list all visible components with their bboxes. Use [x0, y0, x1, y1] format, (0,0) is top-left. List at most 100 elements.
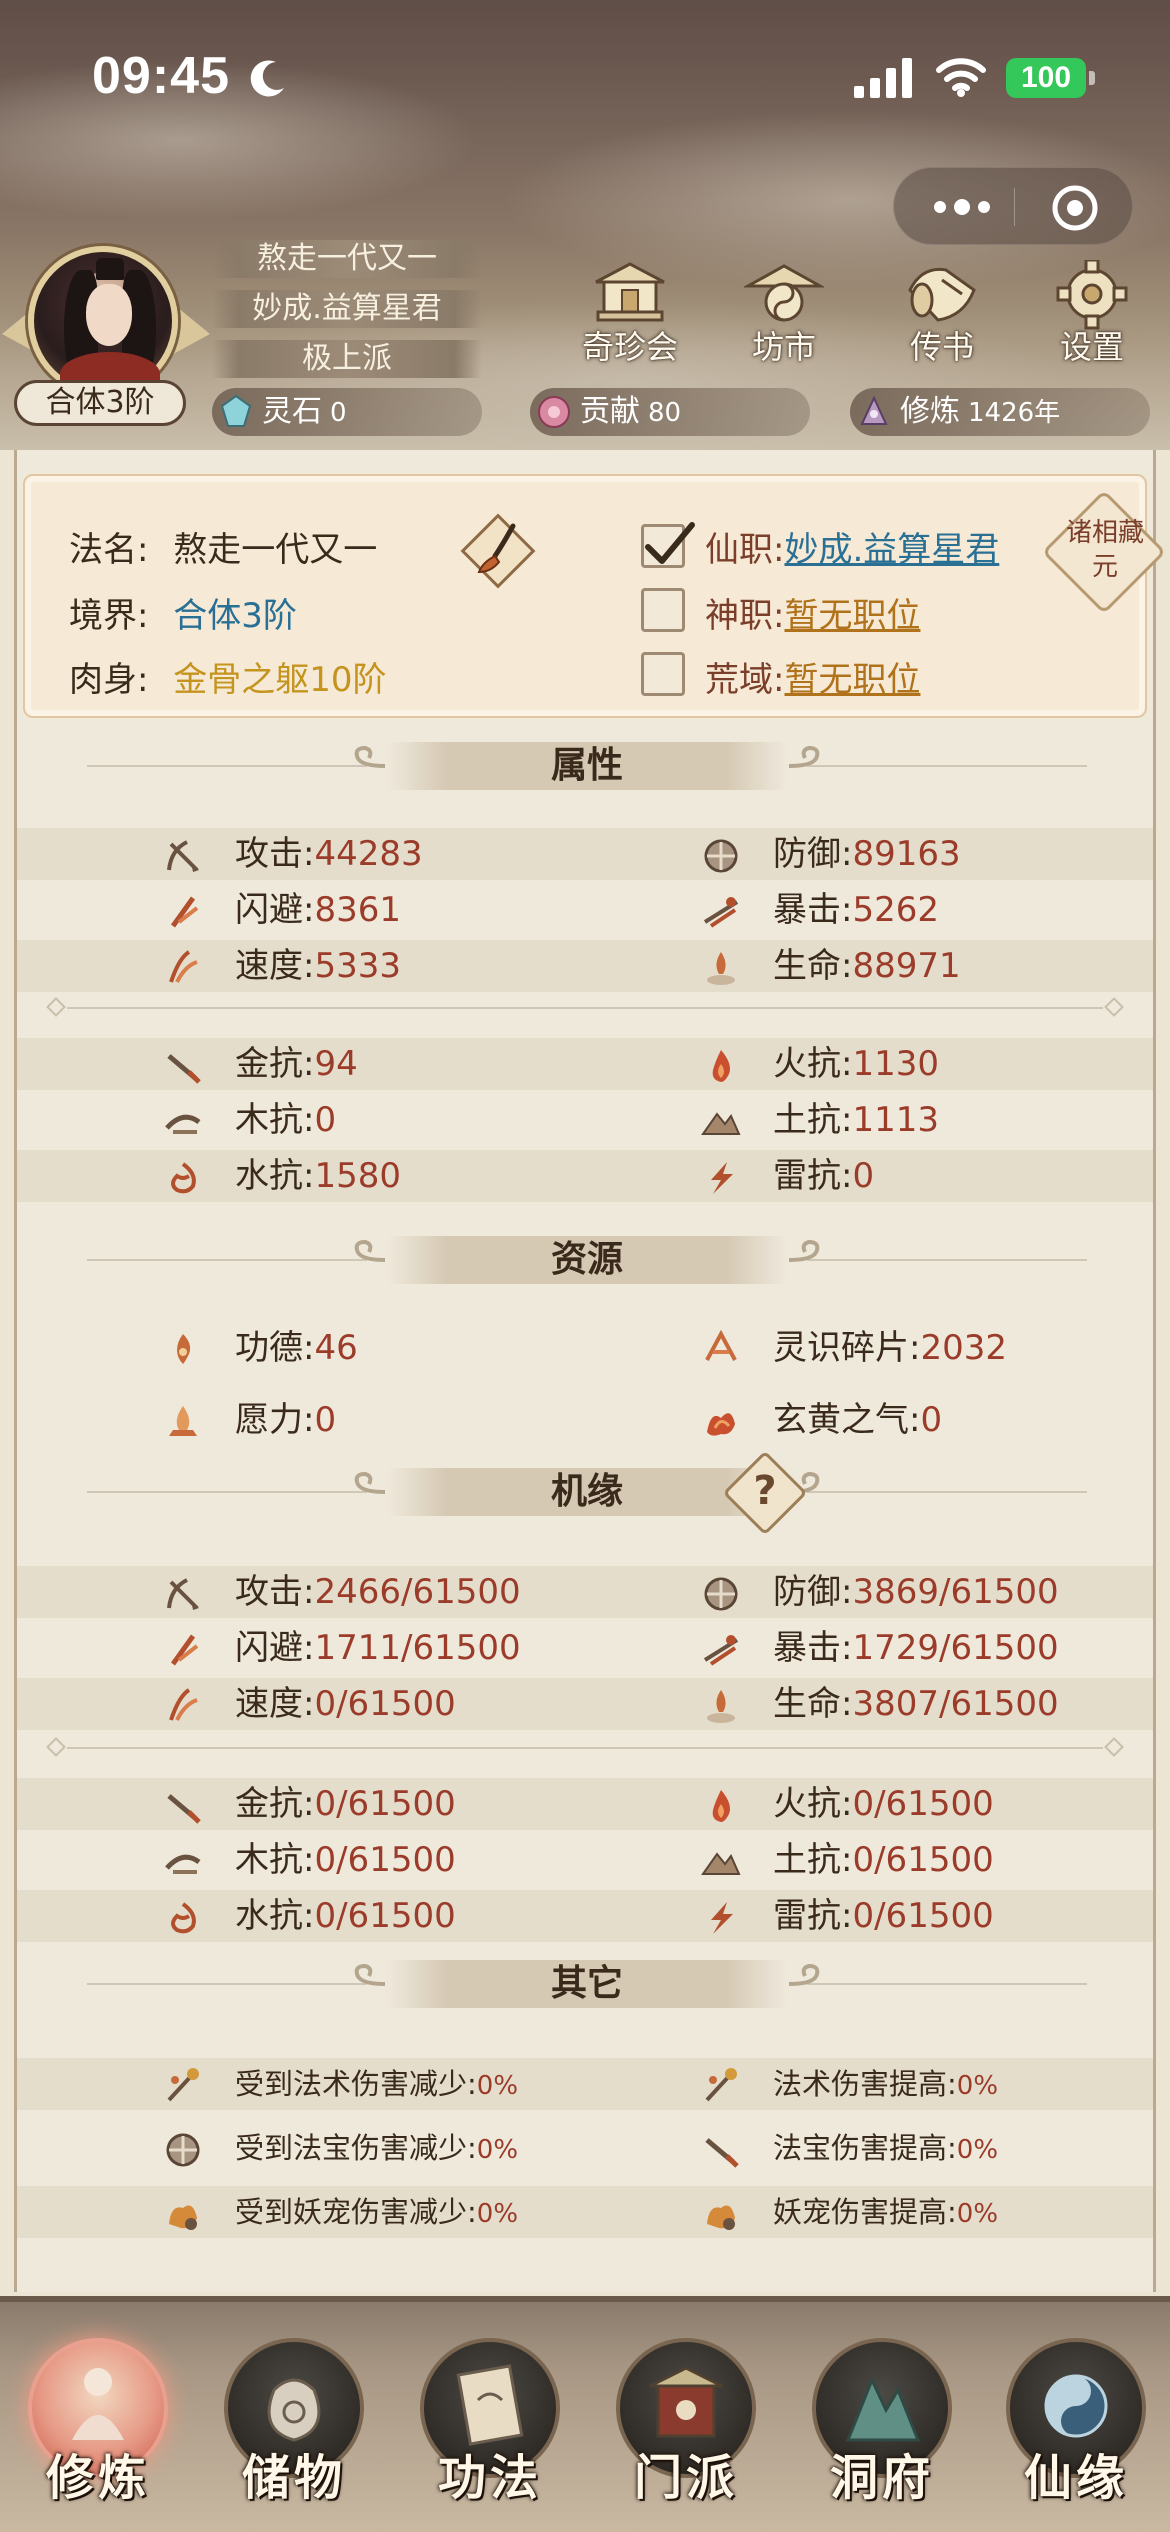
section-header-other: 其它 [87, 1954, 1087, 2014]
defense-icon [704, 839, 738, 873]
stat-key: 防御: [773, 1572, 853, 1612]
spirit-stone-counter[interactable]: 灵石 0 [212, 388, 482, 436]
stat-key: 愿力: [235, 1400, 315, 1440]
yin-yang-swirl-icon [1044, 2374, 1108, 2438]
nav-cultivation[interactable]: 修炼 [20, 2338, 176, 2528]
cloud-curl-icon [354, 1239, 386, 1262]
nav-cave-dwelling[interactable]: 洞府 [804, 2338, 960, 2528]
cloud-curl-icon [788, 745, 820, 768]
stat-value: 46 [314, 1328, 358, 1368]
stat-key: 生命: [773, 1684, 853, 1724]
cloud-curl-icon [788, 1963, 820, 1986]
stat-label: 金抗:0/61500 [235, 1778, 456, 1830]
earth-icon [701, 1852, 741, 1875]
stat-item: 生命:88971 [701, 940, 1170, 992]
stat-label: 防御:3869/61500 [773, 1566, 1059, 1618]
section-rule [807, 765, 1087, 767]
metal-icon [167, 1794, 201, 1824]
nav-storage[interactable]: 储物 [216, 2338, 372, 2528]
stat-value: 0 [920, 1400, 943, 1440]
market-button[interactable]: 坊市 [724, 260, 844, 370]
stat-item: 愿力:0 [163, 1394, 643, 1446]
market-icon [744, 264, 824, 322]
stat-label: 火抗:0/61500 [773, 1778, 994, 1830]
dharma-name-row: 法名: 熬走一代又一 [69, 522, 377, 571]
stat-value: 3869/61500 [852, 1572, 1059, 1612]
close-miniprogram-icon[interactable] [1051, 184, 1099, 232]
stat-key: 受到妖宠伤害减少: [235, 2195, 477, 2229]
immortal-post-checkbox[interactable] [641, 522, 695, 568]
stat-key: 土抗: [773, 1100, 853, 1140]
cultivation-label: 修炼 [900, 394, 960, 429]
treasure-pavilion-icon [595, 262, 665, 322]
stat-item: 玄黄之气:0 [701, 1394, 1170, 1446]
nav-immortal-fate[interactable]: 仙缘 [998, 2338, 1154, 2528]
stat-item: 功德:46 [163, 1322, 643, 1374]
wood-icon [165, 1854, 201, 1874]
cloud-curl-icon [354, 1963, 386, 1986]
divine-post-row: 神职:暂无职位 [705, 588, 920, 637]
more-dots-icon[interactable] [930, 194, 994, 220]
divine-post-key: 神职: [705, 596, 785, 636]
section-rule [87, 765, 367, 767]
avatar-face [86, 284, 132, 346]
stat-value: 0% [476, 2199, 519, 2229]
stat-value: 0% [476, 2135, 519, 2165]
stat-item: 闪避:1711/61500 [163, 1622, 643, 1674]
checkmark-icon [645, 522, 695, 564]
stat-value: 5333 [314, 946, 401, 986]
letter-label: 传书 [909, 328, 974, 366]
thunder-icon [711, 1902, 733, 1934]
clock: 09:45 [92, 47, 230, 105]
dodge-icon [170, 896, 199, 928]
cultivation-years-counter: 修炼 1426年 [850, 388, 1150, 436]
section-header-opportunity: 机缘 [87, 1462, 1087, 1522]
stat-key: 雷抗: [773, 1896, 853, 1936]
metal-icon [705, 2138, 739, 2168]
divider-diamond [1104, 1737, 1124, 1757]
stat-item: 受到法术伤害减少:0% [163, 2058, 643, 2110]
wild-realm-link[interactable]: 暂无职位 [784, 660, 920, 700]
divine-post-link[interactable]: 暂无职位 [784, 596, 920, 636]
stat-label: 玄黄之气:0 [773, 1394, 942, 1446]
stat-key: 攻击: [235, 1572, 315, 1612]
nav-skills[interactable]: 功法 [412, 2338, 568, 2528]
divine-post-checkbox[interactable] [641, 588, 685, 632]
section-rule [807, 1491, 1087, 1493]
bottom-navigation: 修炼 储物 功法 门派 洞府 仙缘 [0, 2296, 1170, 2532]
immortal-post-link[interactable]: 妙成.益算星君 [784, 530, 999, 570]
life-icon [707, 1690, 735, 1723]
metal-icon [167, 1054, 201, 1084]
avatar [28, 246, 178, 396]
treasure-pavilion-button[interactable]: 奇珍会 [570, 260, 690, 370]
stat-item: 生命:3807/61500 [701, 1678, 1170, 1730]
letter-button[interactable]: 传书 [882, 260, 1002, 370]
settings-button[interactable]: 设置 [1032, 260, 1152, 370]
stat-label: 妖宠伤害提高:0% [773, 2186, 998, 2240]
stat-key: 雷抗: [773, 1156, 853, 1196]
stat-value: 88971 [852, 946, 961, 986]
wild-realm-key: 荒域: [705, 660, 785, 700]
stat-value: 0/61500 [852, 1784, 994, 1824]
storage-bag-icon [267, 2378, 321, 2442]
stat-key: 金抗: [235, 1784, 315, 1824]
stat-key: 水抗: [235, 1896, 315, 1936]
stat-key: 法宝伤害提高: [773, 2131, 957, 2165]
divider-line [67, 1747, 1103, 1749]
nav-sect[interactable]: 门派 [608, 2338, 764, 2528]
stat-item: 防御:89163 [701, 828, 1170, 880]
cultivation-value: 1426年 [968, 398, 1061, 428]
contribution-label: 贡献 [580, 394, 640, 429]
stat-value: 0/61500 [314, 1896, 456, 1936]
stat-value: 1130 [852, 1044, 939, 1084]
contribution-counter[interactable]: 贡献 80 [530, 388, 810, 436]
stat-item: 水抗:0/61500 [163, 1890, 643, 1942]
edit-name-brush-icon[interactable] [457, 510, 539, 592]
stat-label: 火抗:1130 [773, 1038, 939, 1090]
wild-realm-checkbox[interactable] [641, 652, 685, 696]
scroll-letter-icon [908, 267, 976, 322]
section-rule [87, 1259, 367, 1261]
stat-value: 0% [956, 2071, 999, 2101]
stat-value: 1711/61500 [314, 1628, 521, 1668]
stat-key: 受到法宝伤害减少: [235, 2131, 477, 2165]
